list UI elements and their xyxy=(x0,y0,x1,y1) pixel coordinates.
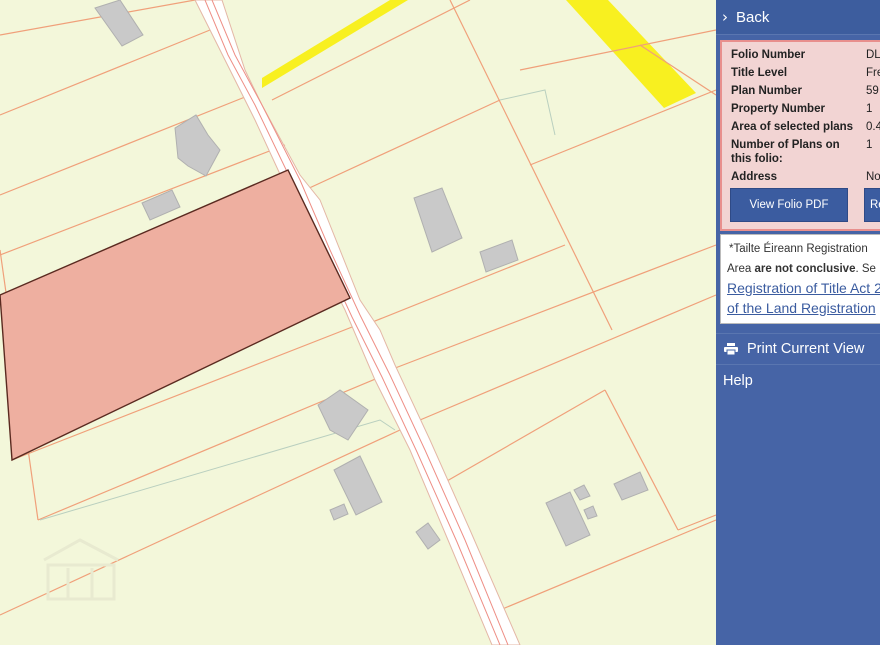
printer-icon xyxy=(724,343,738,355)
map-canvas[interactable] xyxy=(0,0,716,645)
property-number-value: 1 xyxy=(866,103,873,115)
print-current-view-button[interactable]: Print Current View xyxy=(716,333,880,365)
view-folio-pdf-button[interactable]: View Folio PDF xyxy=(730,188,848,222)
folio-sidebar: › Back Folio Number DL3 Title Level Free… xyxy=(716,0,880,645)
second-action-button[interactable]: Re xyxy=(864,188,880,222)
disclaimer-note: *Tailte Éireann Registration Area are no… xyxy=(720,234,880,324)
property-number-label: Property Number xyxy=(731,103,825,115)
disclaimer-line-1: *Tailte Éireann Registration xyxy=(729,243,868,255)
folio-number-value: DL3 xyxy=(866,49,880,61)
registration-act-link[interactable]: Registration of Title Act 2 xyxy=(727,280,880,296)
back-label: Back xyxy=(736,8,770,26)
disclaimer-suffix: . Se xyxy=(855,263,876,275)
back-button[interactable]: › Back xyxy=(716,0,880,35)
folio-info-card: Folio Number DL3 Title Level Free Plan N… xyxy=(720,40,880,231)
disclaimer-bold: are not conclusive xyxy=(754,263,856,275)
title-level-label: Title Level xyxy=(731,67,788,79)
disclaimer-prefix: Area xyxy=(727,263,755,275)
address-value: Not xyxy=(866,171,880,183)
area-value: 0.44 xyxy=(866,121,880,133)
disclaimer-line-2: Area are not conclusive. Se xyxy=(727,263,876,275)
print-label: Print Current View xyxy=(747,341,865,357)
area-label: Area of selected plans xyxy=(731,121,854,133)
map-svg xyxy=(0,0,716,645)
plan-number-value: 59 xyxy=(866,85,879,97)
title-level-value: Free xyxy=(866,67,880,79)
land-registration-link[interactable]: of the Land Registration xyxy=(727,300,876,316)
plans-count-value: 1 xyxy=(866,139,873,151)
chevron-right-icon: › xyxy=(722,8,728,26)
help-link[interactable]: Help xyxy=(723,373,753,389)
plans-count-label: Number of Plans on this folio: xyxy=(731,139,840,165)
address-label: Address xyxy=(731,171,778,183)
plan-number-label: Plan Number xyxy=(731,85,802,97)
folio-number-label: Folio Number xyxy=(731,49,806,61)
